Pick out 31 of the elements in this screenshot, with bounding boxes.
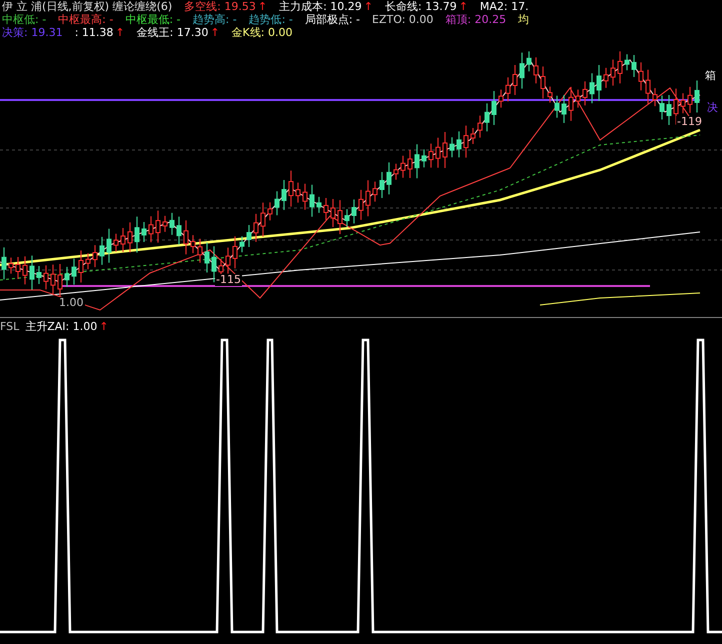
- indicator-reading: 趋势高: -: [192, 13, 237, 26]
- indicator-reading: EZTO: 0.00: [372, 13, 434, 26]
- indicator-reading: 箱顶: 20.25: [445, 13, 506, 26]
- indicator-reading: MA2: 17.: [480, 0, 529, 13]
- indicator-reading: 多空线: 19.53: [184, 0, 256, 13]
- indicator-reading: 主升ZAI: 1.00: [25, 320, 98, 333]
- chart-label: 1.00: [58, 297, 84, 309]
- rise-arrow: ↑: [210, 26, 220, 39]
- indicator-name: FSL: [0, 320, 20, 333]
- indicator-reading: 决策: 19.31: [2, 26, 63, 39]
- rise-arrow: ↑: [364, 0, 373, 13]
- rise-arrow: ↑: [458, 0, 468, 13]
- rise-arrow: ↑: [115, 26, 125, 39]
- chart-label: 决: [706, 102, 719, 114]
- indicator-reading: 伊 立 浦(日线,前复权) 缠论缠绕(6): [2, 0, 172, 13]
- indicator-reading: 金线王: 17.30: [136, 26, 208, 39]
- chart-label: 箱: [704, 70, 717, 82]
- indicator-reading: 金K线: 0.00: [232, 26, 292, 39]
- indicator-reading: : 11.38: [74, 26, 114, 39]
- indicator-reading: 趋势低: -: [248, 13, 293, 26]
- indicator-reading: 局部极点: -: [304, 13, 360, 26]
- chart-label: -115: [215, 274, 242, 286]
- indicator-reading: 中枢最低: -: [125, 13, 181, 26]
- indicator-reading: 中枢最高: -: [58, 13, 114, 26]
- rise-arrow: ↑: [258, 0, 268, 13]
- indicator-reading: 长命线: 13.79: [385, 0, 457, 13]
- indicator-reading: 中枢低: -: [2, 13, 46, 26]
- rise-arrow: ↑: [99, 320, 108, 333]
- chart-label: -119: [676, 116, 703, 128]
- indicator-reading: 主力成本: 10.29: [279, 0, 362, 13]
- indicator-reading: 均: [518, 13, 530, 26]
